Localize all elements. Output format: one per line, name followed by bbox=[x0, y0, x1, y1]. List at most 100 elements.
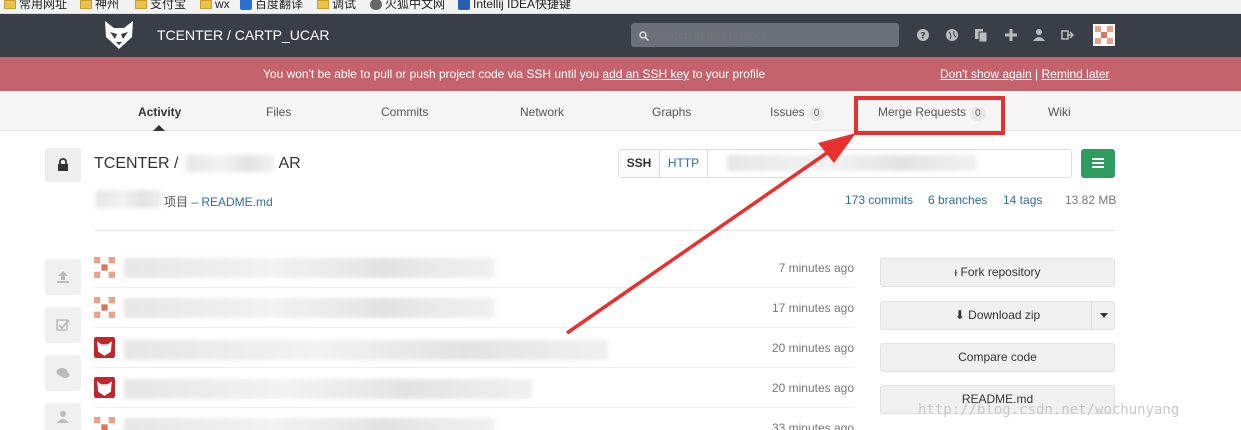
tab-files[interactable]: Files bbox=[266, 105, 291, 119]
firefox-icon bbox=[370, 0, 382, 11]
project-nav: Activity Files Commits Network Graphs Is… bbox=[0, 91, 1241, 131]
activity-row[interactable]: 33 minutes ago bbox=[94, 408, 854, 430]
user-icon bbox=[57, 411, 69, 423]
top-header: TCENTER / CARTP_UCAR ? bbox=[0, 14, 1241, 57]
redacted-description bbox=[96, 190, 162, 208]
compare-code-button[interactable]: Compare code bbox=[880, 343, 1115, 372]
filter-merge-events[interactable] bbox=[45, 307, 81, 343]
folder-icon bbox=[135, 0, 147, 10]
redacted-activity-text bbox=[124, 258, 494, 278]
activity-row[interactable]: 20 minutes ago bbox=[94, 328, 854, 368]
idea-icon bbox=[458, 0, 470, 11]
filter-comments[interactable] bbox=[45, 355, 81, 391]
redacted-clone-url[interactable] bbox=[727, 155, 977, 171]
identicon-avatar bbox=[94, 297, 115, 318]
menu-icon-bar bbox=[1092, 162, 1104, 164]
activity-time: 7 minutes ago bbox=[778, 261, 854, 275]
identicon-avatar bbox=[94, 257, 115, 278]
tab-network[interactable]: Network bbox=[520, 105, 564, 119]
filter-push-events[interactable] bbox=[45, 259, 81, 295]
download-icon: ⬇ bbox=[954, 308, 969, 322]
commits-count-link[interactable]: 173 commits bbox=[845, 193, 913, 207]
redacted-activity-text bbox=[124, 418, 494, 430]
redacted-repo-name bbox=[186, 155, 274, 172]
filter-team[interactable] bbox=[45, 403, 81, 430]
bookmark-item[interactable]: 常用网址 bbox=[4, 0, 67, 12]
globe-icon[interactable] bbox=[945, 28, 959, 42]
activity-row[interactable]: 17 minutes ago bbox=[94, 288, 854, 328]
sign-out-icon[interactable] bbox=[1061, 28, 1075, 42]
help-icon[interactable]: ? bbox=[916, 28, 930, 42]
bookmark-item[interactable]: Intellij IDEA快捷键 bbox=[458, 0, 571, 12]
bookmark-item[interactable]: 神州 bbox=[80, 0, 119, 12]
bookmark-item[interactable]: 调试 bbox=[317, 0, 356, 12]
check-square-icon bbox=[56, 319, 70, 331]
redacted-activity-text bbox=[124, 298, 494, 318]
bookmark-item[interactable]: wx bbox=[200, 0, 230, 12]
clone-options-button[interactable] bbox=[1081, 149, 1115, 178]
caret-down-icon bbox=[1100, 313, 1108, 318]
plus-icon[interactable] bbox=[1004, 28, 1018, 42]
redacted-activity-text bbox=[124, 379, 532, 399]
activity-time: 33 minutes ago bbox=[771, 421, 854, 430]
search-icon bbox=[639, 31, 649, 41]
folder-icon bbox=[80, 0, 92, 10]
fork-repository-button[interactable]: ᵻ Fork repository bbox=[880, 258, 1115, 287]
private-lock-badge bbox=[45, 148, 81, 182]
upload-icon bbox=[57, 271, 69, 283]
lock-icon bbox=[58, 158, 68, 171]
tab-wiki[interactable]: Wiki bbox=[1048, 105, 1071, 119]
clone-url-group: SSH HTTP bbox=[618, 149, 1072, 178]
add-ssh-key-link[interactable]: add an SSH key bbox=[602, 67, 689, 81]
ssh-key-alert: You won't be able to pull or push projec… bbox=[0, 57, 1241, 91]
folder-icon bbox=[4, 0, 16, 10]
active-tab-caret bbox=[153, 125, 165, 131]
watermark: http://blog.csdn.net/wochunyang bbox=[918, 402, 1180, 418]
user-icon[interactable] bbox=[1032, 28, 1046, 42]
gitlab-cat-logo-icon[interactable] bbox=[102, 19, 136, 51]
menu-icon-bar bbox=[1092, 166, 1104, 168]
activity-time: 20 minutes ago bbox=[771, 381, 854, 395]
download-zip-button[interactable]: ⬇ Download zip bbox=[880, 301, 1115, 330]
repo-size: 13.82 MB bbox=[1065, 193, 1117, 207]
menu-icon-bar bbox=[1092, 158, 1104, 160]
activity-time: 17 minutes ago bbox=[771, 301, 854, 315]
project-description: 项目 – README.md bbox=[164, 195, 273, 209]
tags-count-link[interactable]: 14 tags bbox=[1003, 193, 1042, 207]
identicon-avatar bbox=[94, 417, 115, 430]
download-options-dropdown[interactable] bbox=[1091, 301, 1115, 330]
cat-avatar bbox=[94, 377, 115, 398]
readme-link[interactable]: README.md bbox=[201, 195, 272, 209]
tab-commits[interactable]: Commits bbox=[381, 105, 428, 119]
search-input[interactable] bbox=[631, 23, 899, 47]
activity-row[interactable]: 7 minutes ago bbox=[94, 248, 854, 288]
svg-text:?: ? bbox=[920, 32, 925, 42]
bookmark-item[interactable]: 百度翻译 bbox=[240, 0, 303, 12]
remind-later-link[interactable]: Remind later bbox=[1041, 67, 1109, 81]
issues-count-badge: 0 bbox=[808, 107, 825, 121]
folder-icon bbox=[317, 0, 329, 10]
tab-issues[interactable]: Issues 0 bbox=[770, 105, 825, 121]
bookmark-item[interactable]: 支付宝 bbox=[135, 0, 186, 12]
ssh-button[interactable]: SSH bbox=[619, 150, 660, 177]
http-button[interactable]: HTTP bbox=[660, 150, 708, 177]
folder-icon bbox=[200, 0, 212, 10]
activity-time: 20 minutes ago bbox=[771, 341, 854, 355]
tab-graphs[interactable]: Graphs bbox=[652, 105, 691, 119]
dont-show-again-link[interactable]: Don't show again bbox=[940, 67, 1032, 81]
tab-activity[interactable]: Activity bbox=[138, 105, 181, 119]
baidu-fanyi-icon bbox=[240, 0, 252, 11]
section-divider bbox=[94, 230, 1115, 231]
annotation-highlight-box bbox=[854, 96, 1005, 135]
comments-icon bbox=[56, 368, 70, 378]
cat-avatar bbox=[94, 337, 115, 358]
user-avatar[interactable] bbox=[1093, 24, 1115, 46]
bookmark-item[interactable]: 火狐中文网 bbox=[370, 0, 445, 12]
copy-icon[interactable] bbox=[974, 28, 988, 42]
branches-count-link[interactable]: 6 branches bbox=[928, 193, 987, 207]
project-title[interactable]: TCENTER / CARTP_UCAR bbox=[157, 27, 329, 43]
redacted-activity-text bbox=[124, 340, 608, 360]
alert-message: You won't be able to pull or push projec… bbox=[263, 67, 766, 81]
alert-actions: Don't show again | Remind later bbox=[940, 67, 1110, 81]
activity-row[interactable]: 20 minutes ago bbox=[94, 368, 854, 408]
